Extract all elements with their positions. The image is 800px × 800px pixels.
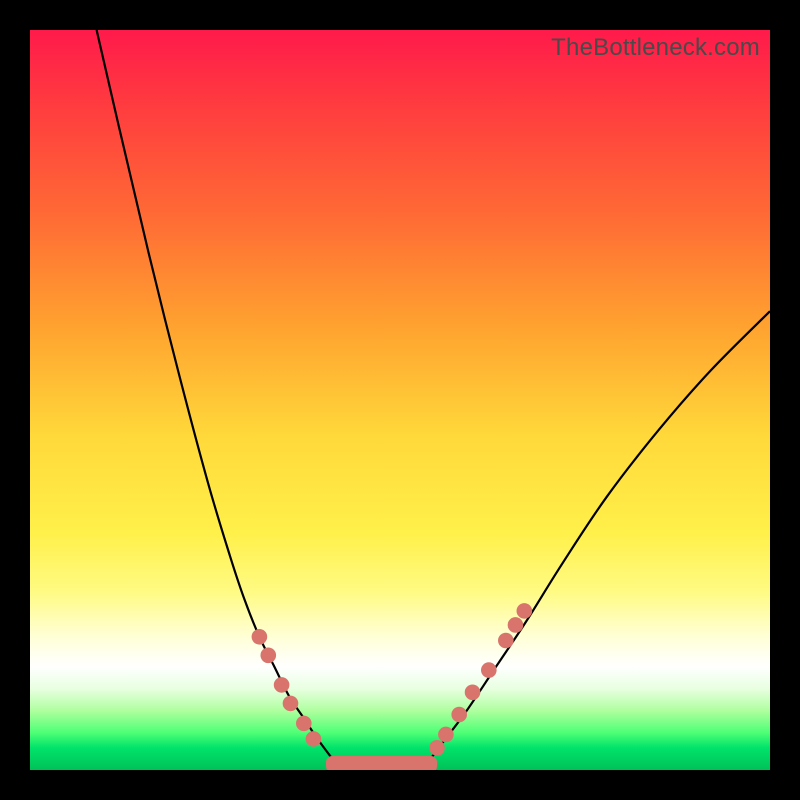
curve-bead	[438, 727, 454, 743]
curve-bead	[296, 716, 312, 732]
curve-bead	[498, 633, 514, 649]
curve-bead	[260, 648, 276, 664]
curve-bead	[283, 696, 299, 712]
curve-layer	[30, 30, 770, 770]
curve-bead	[451, 707, 467, 723]
left-curve	[97, 30, 341, 770]
right-curve	[422, 311, 770, 770]
curve-bead	[252, 629, 268, 645]
curve-bead	[481, 662, 497, 678]
curve-bead	[306, 731, 322, 747]
curve-bead	[274, 677, 290, 693]
base-band	[326, 756, 437, 770]
chart-frame: TheBottleneck.com	[0, 0, 800, 800]
beads-right	[429, 603, 532, 755]
curve-bead	[517, 603, 533, 619]
curve-bead	[429, 740, 445, 756]
curve-bead	[508, 617, 524, 633]
curve-bead	[465, 685, 481, 701]
plot-area: TheBottleneck.com	[30, 30, 770, 770]
